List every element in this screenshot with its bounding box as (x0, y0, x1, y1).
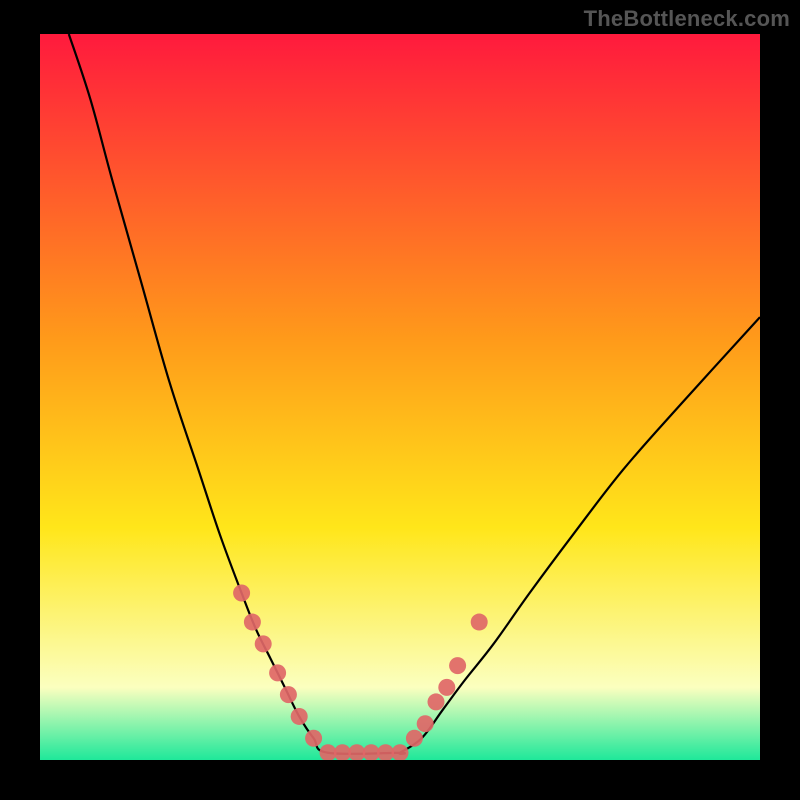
plot-area (40, 34, 760, 760)
marker-point (291, 708, 308, 725)
marker-point (406, 730, 423, 747)
marker-point (428, 693, 445, 710)
watermark-label: TheBottleneck.com (584, 6, 790, 32)
marker-point (280, 686, 297, 703)
marker-point (269, 664, 286, 681)
marker-point (449, 657, 466, 674)
marker-point (438, 679, 455, 696)
chart-frame: TheBottleneck.com (0, 0, 800, 800)
chart-svg (40, 34, 760, 760)
marker-point (244, 614, 261, 631)
marker-point (417, 715, 434, 732)
marker-point (471, 614, 488, 631)
gradient-background (40, 34, 760, 760)
marker-point (255, 635, 272, 652)
marker-point (233, 585, 250, 602)
marker-point (305, 730, 322, 747)
